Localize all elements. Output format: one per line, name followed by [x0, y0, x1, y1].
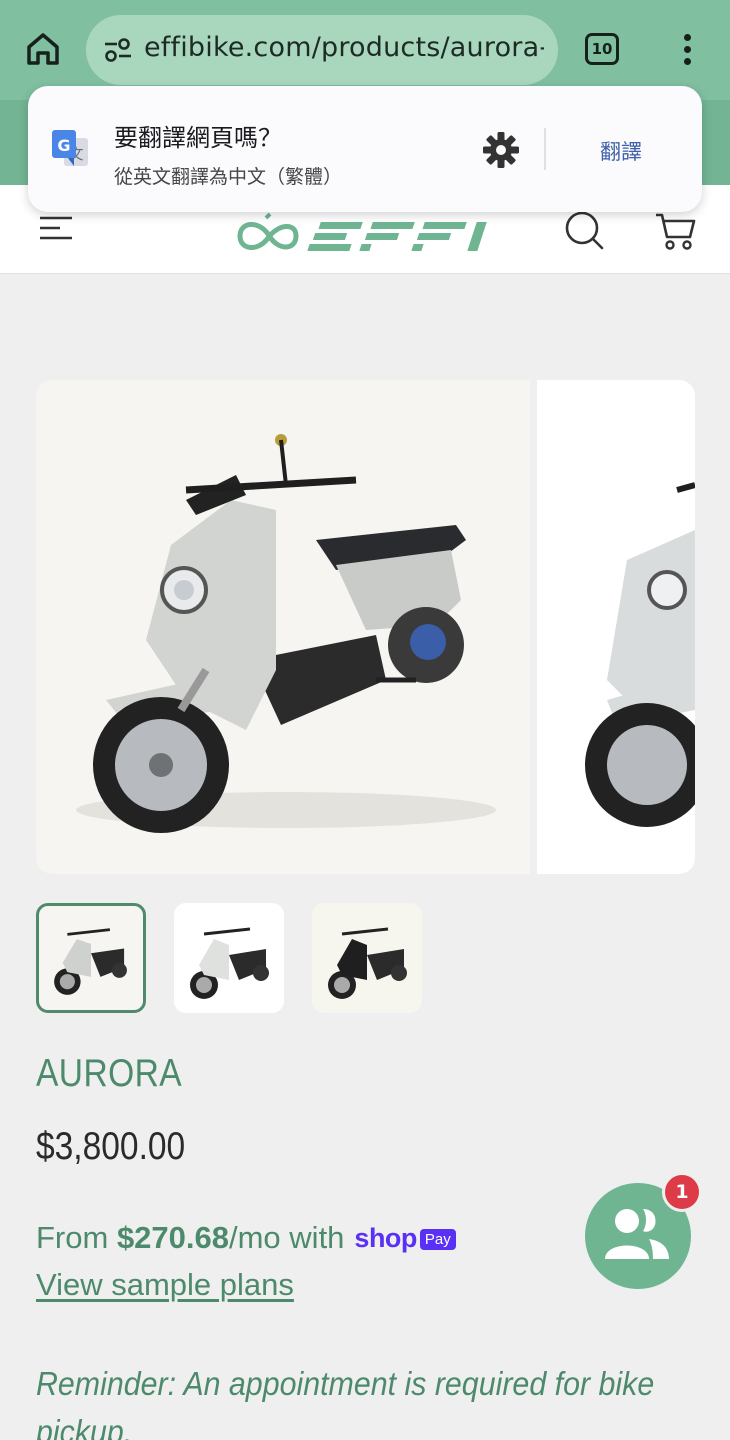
chat-notification-badge: 1: [662, 1172, 702, 1212]
address-bar[interactable]: effibike.com/products/aurora-e: [86, 15, 558, 85]
cart-icon[interactable]: [652, 207, 698, 253]
url-text[interactable]: effibike.com/products/aurora-e: [144, 32, 544, 63]
google-translate-icon: 文 G: [52, 130, 88, 166]
thumbnail-2[interactable]: [174, 903, 284, 1013]
translate-prompt: 文 G 要翻譯網頁嗎？ 從英文翻譯為中文（繁體） 翻譯: [28, 86, 702, 212]
divider: [544, 128, 546, 170]
menu-icon[interactable]: [38, 215, 74, 241]
tab-switcher-icon[interactable]: 10: [585, 33, 619, 65]
product-image-next[interactable]: [537, 380, 695, 874]
people-icon: [605, 1209, 669, 1259]
pickup-reminder: Reminder: An appointment is required for…: [36, 1365, 655, 1440]
translate-title: 要翻譯網頁嗎？: [114, 124, 282, 152]
installment-suffix: /mo with: [229, 1220, 345, 1255]
product-price: $3,800.00: [36, 1125, 186, 1168]
installment-message: From $270.68/mo with shop Pay: [36, 1220, 456, 1258]
site-settings-icon[interactable]: [102, 35, 134, 65]
svg-text:G: G: [57, 136, 70, 155]
translate-subtitle: 從英文翻譯為中文（繁體）: [114, 166, 343, 188]
view-sample-plans-link[interactable]: View sample plans: [36, 1267, 294, 1303]
installment-amount: $270.68: [116, 1220, 229, 1255]
product-image-main[interactable]: [36, 380, 530, 874]
installment-prefix: From: [36, 1220, 117, 1255]
more-vert-icon[interactable]: [676, 34, 698, 68]
product-title: AURORA: [36, 1052, 183, 1095]
search-icon[interactable]: [562, 208, 606, 252]
translate-button[interactable]: 翻譯: [600, 136, 642, 166]
home-icon[interactable]: [22, 28, 64, 70]
browser-toolbar: effibike.com/products/aurora-e 10: [0, 0, 730, 100]
shop-pay-logo: shop Pay: [354, 1219, 456, 1255]
effi-logo[interactable]: [236, 212, 492, 256]
thumbnail-1[interactable]: [36, 903, 146, 1013]
thumbnail-3[interactable]: [312, 903, 422, 1013]
gear-icon[interactable]: [481, 130, 521, 170]
